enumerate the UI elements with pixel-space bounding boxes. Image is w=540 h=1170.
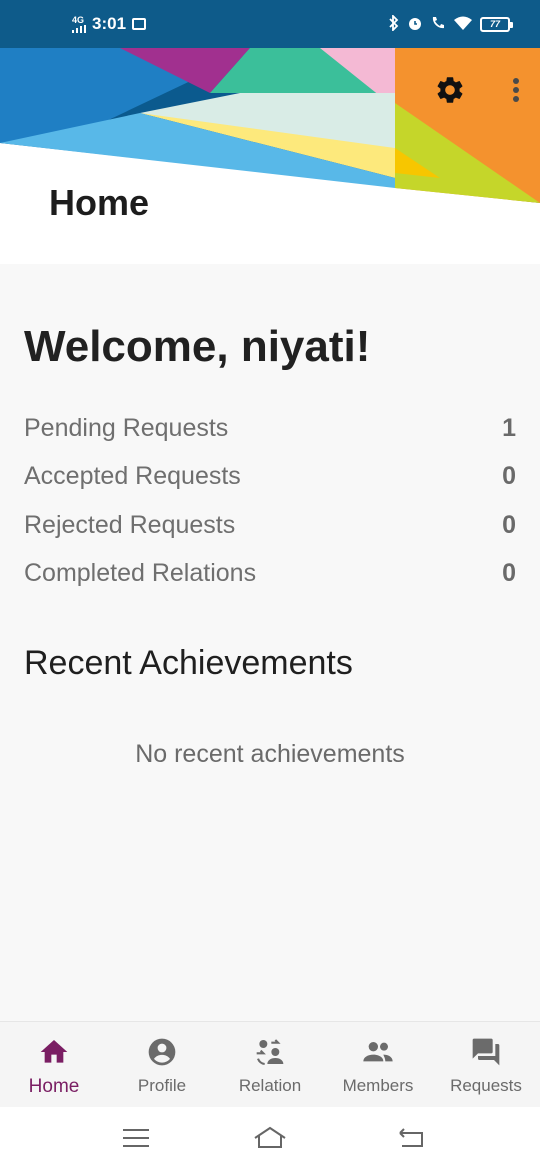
stat-label: Pending Requests xyxy=(24,413,229,442)
stat-value: 0 xyxy=(502,559,516,588)
network-type: 4G xyxy=(72,14,85,25)
message-icon xyxy=(132,18,147,30)
stat-row-completed: Completed Relations 0 xyxy=(24,550,516,599)
members-icon xyxy=(363,1042,393,1062)
back-icon[interactable] xyxy=(396,1125,426,1151)
signal-icon: 4G xyxy=(72,14,86,33)
requests-icon xyxy=(472,1038,500,1066)
menu-icon[interactable] xyxy=(121,1125,151,1151)
battery-icon: 77 xyxy=(480,16,513,32)
alarm-icon xyxy=(407,15,423,34)
nav-label: Profile xyxy=(137,1076,187,1095)
header-actions xyxy=(430,70,528,110)
nav-label: Requests xyxy=(450,1076,522,1095)
nav-label: Relation xyxy=(238,1076,302,1095)
stat-row-rejected: Rejected Requests 0 xyxy=(24,501,516,550)
nav-label: Members xyxy=(342,1076,414,1095)
call-icon xyxy=(430,15,446,34)
nav-item-members[interactable]: Members xyxy=(324,1022,432,1108)
bottom-nav: Home Profile Relation Members Requests xyxy=(0,1021,540,1107)
achievements-title: Recent Achievements xyxy=(24,644,353,682)
stat-label: Rejected Requests xyxy=(24,510,236,539)
stat-label: Completed Relations xyxy=(24,559,257,588)
nav-item-relation[interactable]: Relation xyxy=(216,1022,324,1108)
status-left: 4G 3:01 xyxy=(72,0,147,48)
welcome-heading: Welcome, niyati! xyxy=(24,322,371,371)
achievements-empty-message: No recent achievements xyxy=(135,740,405,768)
profile-icon xyxy=(148,1038,176,1066)
home-outline-icon[interactable] xyxy=(252,1125,288,1151)
nav-item-requests[interactable]: Requests xyxy=(432,1022,540,1108)
stat-label: Accepted Requests xyxy=(24,462,241,491)
home-icon xyxy=(40,1040,68,1063)
stats-list: Pending Requests 1 Accepted Requests 0 R… xyxy=(24,404,516,598)
relation-icon xyxy=(256,1039,284,1066)
stat-value: 1 xyxy=(502,413,516,442)
battery-level: 77 xyxy=(489,19,500,29)
bluetooth-icon xyxy=(388,13,400,34)
app-header: Home xyxy=(0,48,540,264)
stat-row-accepted: Accepted Requests 0 xyxy=(24,453,516,502)
stat-value: 0 xyxy=(502,462,516,491)
main-content: Welcome, niyati! Pending Requests 1 Acce… xyxy=(0,264,540,1021)
nav-item-profile[interactable]: Profile xyxy=(108,1022,216,1108)
stat-row-pending: Pending Requests 1 xyxy=(24,404,516,453)
gear-icon[interactable] xyxy=(430,70,470,110)
status-right: 77 xyxy=(388,0,513,48)
stat-value: 0 xyxy=(502,510,516,539)
clock: 3:01 xyxy=(92,14,127,33)
more-vert-icon[interactable] xyxy=(504,70,528,110)
page-title: Home xyxy=(49,182,150,223)
nav-item-home[interactable]: Home xyxy=(0,1022,108,1108)
status-bar: 4G 3:01 77 xyxy=(0,0,540,48)
nav-label: Home xyxy=(28,1076,80,1097)
system-nav-bar xyxy=(0,1107,540,1170)
wifi-icon xyxy=(453,15,473,34)
